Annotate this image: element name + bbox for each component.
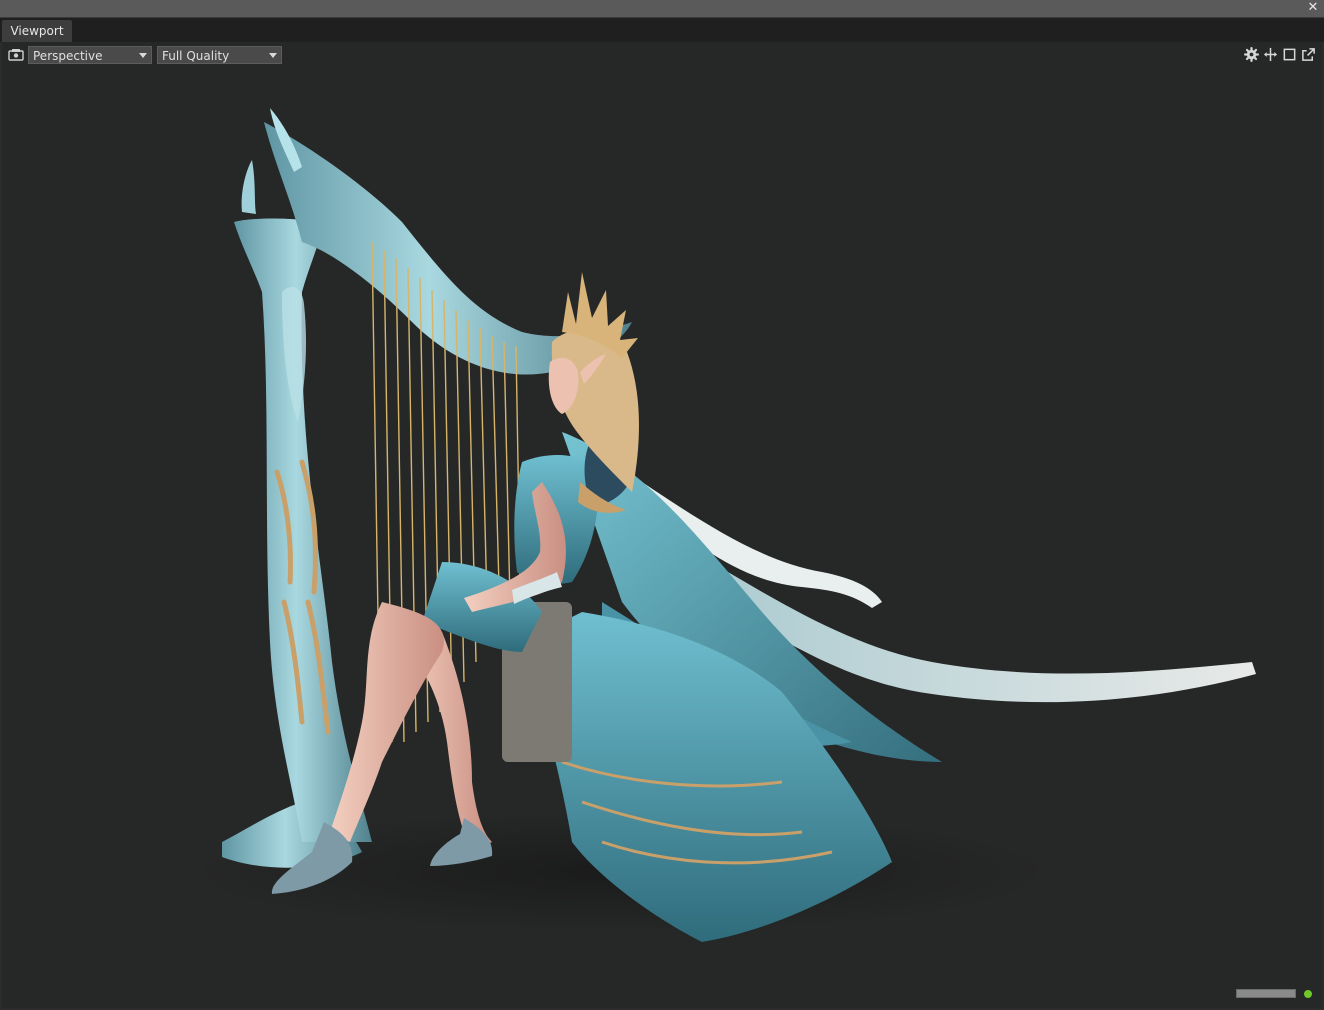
view-mode-value: Perspective — [33, 49, 103, 63]
tab-bar: Viewport — [0, 18, 1324, 42]
maximize-icon[interactable] — [1282, 47, 1297, 62]
move-icon[interactable] — [1263, 47, 1278, 62]
viewport-window: ✕ Viewport Perspective Full Quality — [0, 0, 1324, 1010]
3d-scene-render[interactable] — [2, 42, 1322, 1008]
viewport-toolbar: Perspective Full Quality — [2, 45, 1322, 65]
camera-icon[interactable] — [8, 48, 24, 62]
window-titlebar: ✕ — [0, 0, 1324, 18]
progress-bar — [1236, 989, 1296, 998]
status-indicator — [1304, 990, 1312, 998]
chevron-down-icon — [269, 53, 277, 58]
close-icon[interactable]: ✕ — [1306, 1, 1320, 15]
chevron-down-icon — [139, 53, 147, 58]
quality-dropdown[interactable]: Full Quality — [157, 46, 282, 64]
popout-icon[interactable] — [1301, 47, 1316, 62]
3d-viewport[interactable]: Perspective Full Quality — [2, 42, 1322, 1008]
tab-viewport[interactable]: Viewport — [2, 20, 72, 42]
gear-icon[interactable] — [1244, 47, 1259, 62]
view-mode-dropdown[interactable]: Perspective — [28, 46, 152, 64]
viewport-controls — [1244, 47, 1316, 63]
quality-value: Full Quality — [162, 49, 230, 63]
